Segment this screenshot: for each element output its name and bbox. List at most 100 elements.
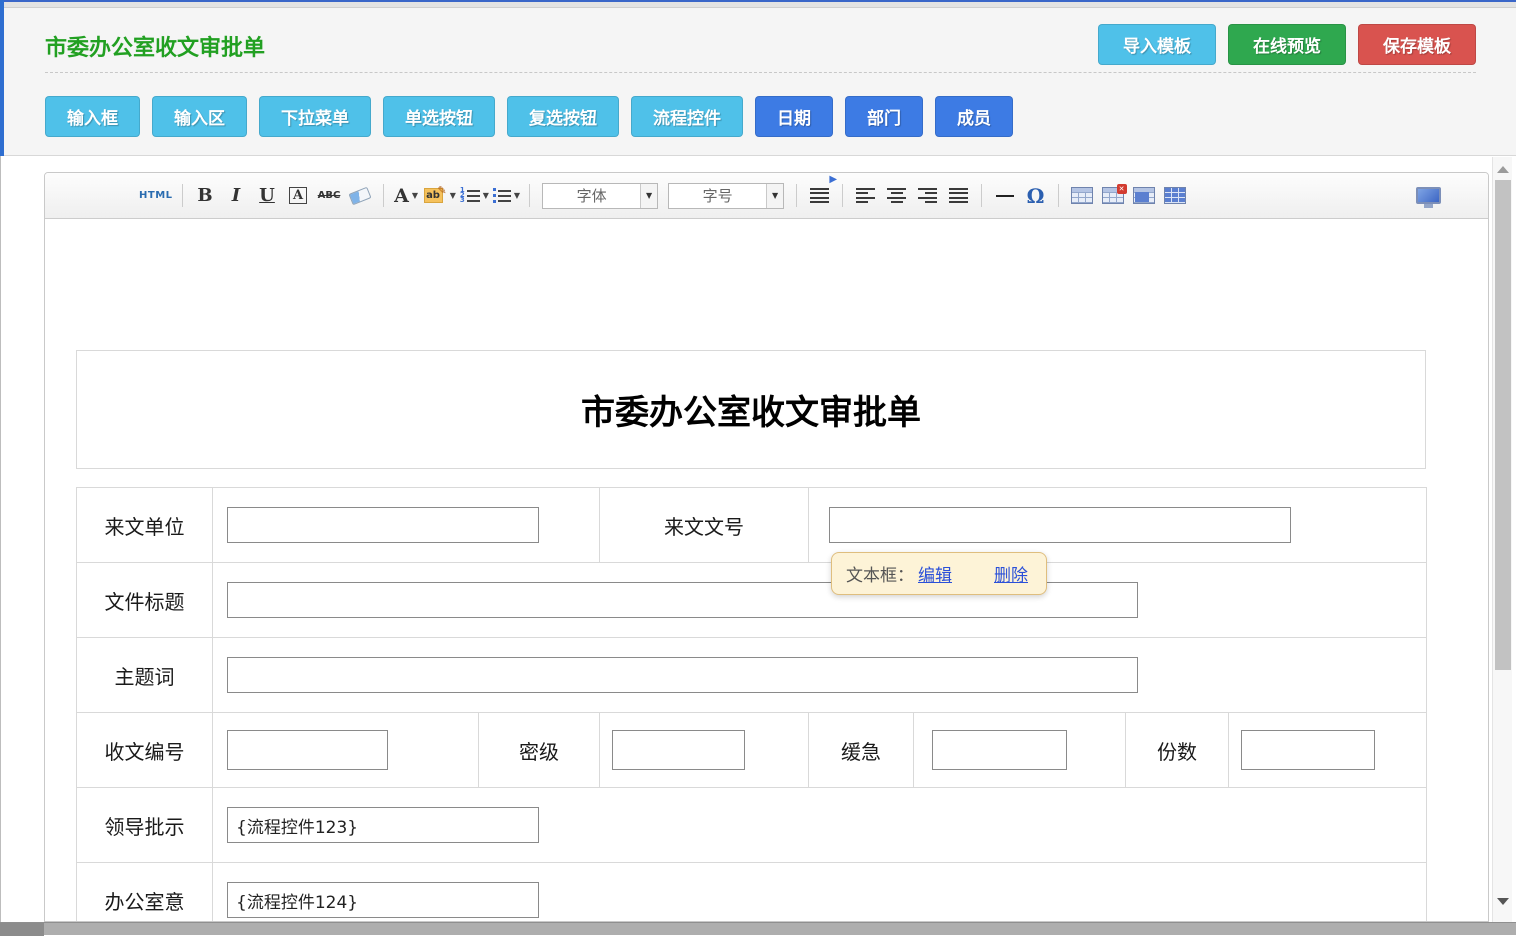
- label-copies: 份数: [1126, 713, 1229, 788]
- horizontal-rule-icon[interactable]: [991, 181, 1018, 211]
- font-color-glyph: A: [394, 185, 409, 207]
- scroll-down-arrow-icon[interactable]: [1497, 898, 1509, 905]
- security-level-input[interactable]: [612, 730, 745, 770]
- add-flow-control-button[interactable]: 流程控件: [631, 96, 743, 137]
- align-right-icon[interactable]: [914, 181, 941, 211]
- special-character-icon[interactable]: Ω: [1022, 181, 1049, 211]
- label-document-title: 文件标题: [77, 563, 213, 638]
- chevron-down-icon: ▼: [412, 191, 418, 200]
- ordered-list-icon[interactable]: 123 ▼: [460, 181, 489, 211]
- font-style-icon[interactable]: A: [285, 181, 312, 211]
- table-properties-icon[interactable]: [1161, 181, 1188, 211]
- bullet-list-glyph: [493, 188, 511, 203]
- label-urgency: 缓急: [809, 713, 914, 788]
- indent-icon[interactable]: ▶: [806, 181, 833, 211]
- align-center-glyph: [887, 188, 906, 203]
- leader-instructions-flow-input[interactable]: [227, 807, 539, 843]
- strike-glyph: ABC: [318, 190, 341, 201]
- html-source-button[interactable]: HTML: [139, 181, 173, 211]
- office-opinion-flow-input[interactable]: [227, 882, 539, 918]
- strikethrough-icon[interactable]: ABC: [316, 181, 343, 211]
- align-left-glyph: [856, 188, 875, 203]
- omega-glyph: Ω: [1027, 184, 1045, 208]
- align-left-icon[interactable]: [852, 181, 879, 211]
- table-props-glyph: [1164, 187, 1186, 204]
- receipt-number-input[interactable]: [227, 730, 388, 770]
- monitor-icon: [1416, 187, 1441, 204]
- bullet-list-icon[interactable]: ▼: [493, 181, 520, 211]
- align-center-icon[interactable]: [883, 181, 910, 211]
- indent-glyph: [810, 188, 829, 203]
- label-leader-instructions: 领导批示: [77, 788, 213, 863]
- table-grid-glyph: [1071, 187, 1093, 204]
- window-bottom-corner: [0, 923, 44, 936]
- italic-icon[interactable]: I: [223, 181, 250, 211]
- add-input-box-button[interactable]: 输入框: [45, 96, 140, 137]
- table-cell-glyph: [1133, 187, 1155, 204]
- label-incoming-unit: 来文单位: [77, 488, 213, 563]
- header-divider: [45, 72, 1476, 73]
- edit-link[interactable]: 编辑: [918, 561, 952, 586]
- font-family-select[interactable]: 字体 ▼: [542, 183, 658, 209]
- insert-table-icon[interactable]: [1068, 181, 1095, 211]
- toolbar-separator: [842, 184, 843, 207]
- align-justify-icon[interactable]: [945, 181, 972, 211]
- ordered-list-glyph: 123: [460, 188, 480, 203]
- add-member-button[interactable]: 成员: [935, 96, 1013, 137]
- scrollbar-thumb[interactable]: [1495, 180, 1511, 670]
- widget-button-row: 输入框 输入区 下拉菜单 单选按钮 复选按钮 流程控件 日期 部门 成员: [45, 96, 1013, 137]
- font-size-label: 字号: [669, 185, 766, 206]
- bold-icon[interactable]: B: [192, 181, 219, 211]
- table-row: 主题词: [77, 638, 1427, 713]
- add-dropdown-button[interactable]: 下拉菜单: [259, 96, 371, 137]
- table-cell-properties-icon[interactable]: [1130, 181, 1157, 211]
- add-radio-button[interactable]: 单选按钮: [383, 96, 495, 137]
- incoming-doc-number-input[interactable]: [829, 507, 1291, 543]
- tooltip-label: 文本框：: [846, 561, 914, 586]
- pencil-icon: ✎: [438, 184, 447, 197]
- font-color-icon[interactable]: A▼: [393, 181, 420, 211]
- online-preview-button[interactable]: 在线预览: [1228, 24, 1346, 65]
- subject-words-input[interactable]: [227, 657, 1138, 693]
- toolbar-separator: [981, 184, 982, 207]
- save-template-button[interactable]: 保存模板: [1358, 24, 1476, 65]
- window-bottom-edge: [0, 922, 1516, 935]
- approval-form-table: 来文单位 来文文号 文件标题 主题词 收文编号 密级 缓急 份数: [76, 487, 1427, 922]
- remove-format-eraser-icon[interactable]: [347, 181, 374, 211]
- chevron-down-icon: ▼: [483, 191, 489, 200]
- vertical-scrollbar[interactable]: [1492, 157, 1512, 935]
- font-size-select[interactable]: 字号 ▼: [668, 183, 784, 209]
- toolbar-separator: [529, 184, 530, 207]
- label-security-level: 密级: [479, 713, 600, 788]
- editor-content[interactable]: 市委办公室收文审批单 来文单位 来文文号 文件标题 主题词 收文: [45, 219, 1488, 922]
- delete-link[interactable]: 删除: [994, 561, 1028, 586]
- add-textarea-button[interactable]: 输入区: [152, 96, 247, 137]
- table-row: 文件标题: [77, 563, 1427, 638]
- table-row: 领导批示: [77, 788, 1427, 863]
- delete-table-icon[interactable]: ✕: [1099, 181, 1126, 211]
- import-template-button[interactable]: 导入模板: [1098, 24, 1216, 65]
- toolbar-separator: [182, 184, 183, 207]
- underline-icon[interactable]: U: [254, 181, 281, 211]
- html-source-label: HTML: [139, 190, 173, 201]
- scroll-up-arrow-icon[interactable]: [1497, 166, 1509, 173]
- chevron-down-icon: ▼: [514, 191, 520, 200]
- add-checkbox-button[interactable]: 复选按钮: [507, 96, 619, 137]
- copies-input[interactable]: [1241, 730, 1375, 770]
- toolbar-separator: [796, 184, 797, 207]
- toolbar-separator: [1058, 184, 1059, 207]
- add-department-button[interactable]: 部门: [845, 96, 923, 137]
- label-office-opinion: 办公室意: [77, 863, 213, 923]
- chevron-down-icon: ▼: [640, 184, 657, 208]
- table-row: 办公室意: [77, 863, 1427, 923]
- highlight-color-icon[interactable]: ab✎▼: [424, 181, 456, 211]
- incoming-unit-input[interactable]: [227, 507, 539, 543]
- table-row: 收文编号 密级 缓急 份数: [77, 713, 1427, 788]
- textbox-action-tooltip: 文本框： 编辑 删除: [831, 552, 1047, 595]
- fullscreen-button[interactable]: [1415, 181, 1442, 211]
- add-date-button[interactable]: 日期: [755, 96, 833, 137]
- toolbar-separator: [383, 184, 384, 207]
- document-title-cell: 市委办公室收文审批单: [76, 350, 1426, 469]
- urgency-input[interactable]: [932, 730, 1067, 770]
- align-justify-glyph: [949, 188, 968, 203]
